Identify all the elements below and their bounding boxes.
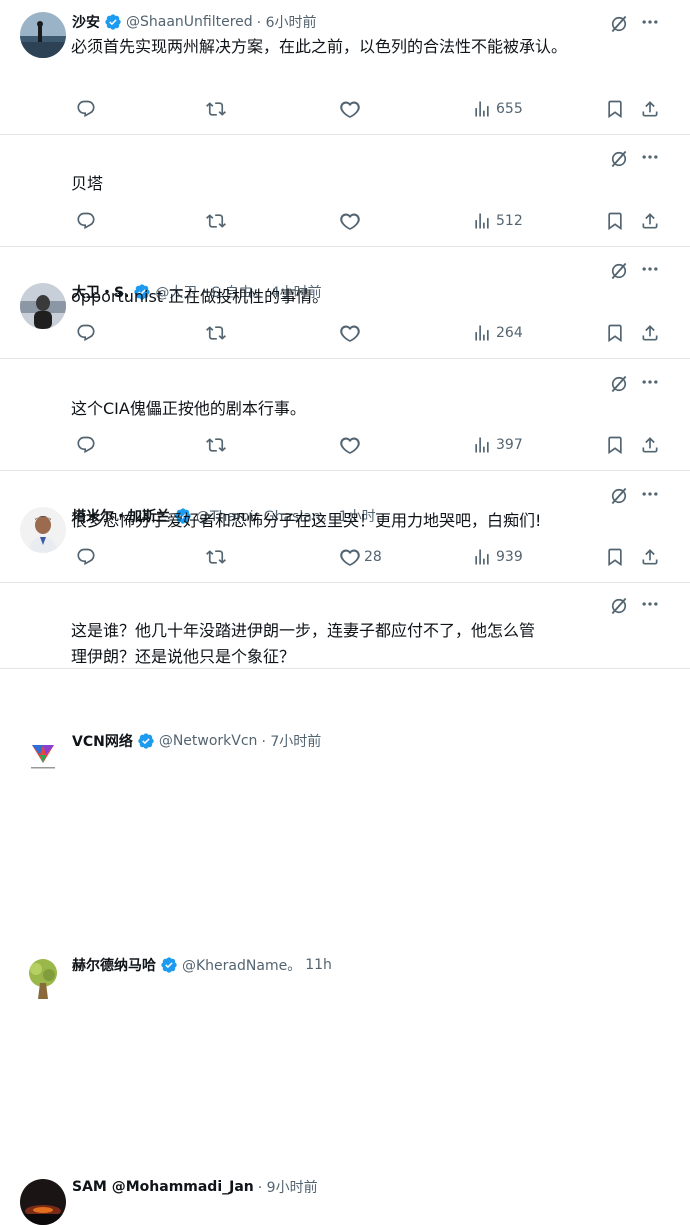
views-button[interactable]: 264: [472, 323, 523, 343]
tweet-text: 这是谁？他几十年没踏进伊朗一步，连妻子都应付不了，他怎么管: [71, 621, 536, 640]
retweet-icon[interactable]: [206, 211, 226, 231]
tweet-card[interactable]: 塔米尔・加斯兰 @Thamir Ghaslan。 1小时 opportunist 正在…: [0, 247, 690, 553]
tweet-text-line2: 理伊朗？还是说他只是个象征？: [71, 647, 296, 666]
more-dots-icon[interactable]: [640, 147, 660, 167]
more-dots-icon[interactable]: [640, 484, 660, 504]
grok-icon[interactable]: [609, 149, 629, 169]
more-dots-icon[interactable]: [640, 259, 660, 279]
bookmark-icon[interactable]: [605, 99, 625, 119]
avatar[interactable]: [20, 1179, 66, 1225]
author-name[interactable]: SAM @Mohammadi_Jan: [72, 1179, 254, 1195]
tweet-card[interactable]: SAM @Mohammadi_Jan · 9小时前 这是谁？他几十年没踏进伊朗一步，…: [0, 583, 690, 1225]
bookmark-icon[interactable]: [605, 211, 625, 231]
view-count: 939: [496, 549, 523, 565]
bookmark-icon[interactable]: [605, 547, 625, 567]
author-name[interactable]: 沙安: [72, 12, 100, 32]
share-icon[interactable]: [640, 211, 660, 231]
avatar[interactable]: [20, 731, 66, 777]
reply-icon[interactable]: [76, 435, 96, 455]
heart-icon: [340, 435, 360, 455]
author-name[interactable]: 赫尔德纳马哈: [72, 955, 156, 975]
views-chart-icon: [472, 99, 492, 119]
tweet-text: 这个CIA傀儡正按他的剧本行事。: [71, 399, 306, 418]
views-chart-icon: [472, 547, 492, 567]
like-button[interactable]: [340, 99, 364, 119]
tweet-card[interactable]: 大卫・S. @大卫・S 自由。 4小时前 贝塔 512: [0, 135, 690, 329]
like-button[interactable]: [340, 211, 364, 231]
avatar[interactable]: [20, 955, 66, 1001]
reply-icon[interactable]: [76, 211, 96, 231]
verified-badge-icon: [137, 732, 155, 750]
reply-icon[interactable]: [76, 547, 96, 567]
grok-icon[interactable]: [609, 261, 629, 281]
view-count: 655: [496, 101, 523, 117]
heart-icon: [340, 547, 360, 567]
view-count: 397: [496, 437, 523, 453]
avatar[interactable]: [20, 12, 66, 58]
like-button[interactable]: 28: [340, 547, 382, 567]
views-button[interactable]: 512: [472, 211, 523, 231]
reply-icon[interactable]: [76, 323, 96, 343]
verified-badge-icon: [160, 956, 178, 974]
tweet-actions: 28 939: [0, 547, 690, 571]
tweet-actions: 264: [0, 323, 690, 347]
grok-icon[interactable]: [609, 14, 629, 34]
views-button[interactable]: 939: [472, 547, 523, 567]
more-dots-icon[interactable]: [640, 12, 660, 32]
tweet-time[interactable]: · 6小时前: [257, 12, 317, 32]
tweet-actions: 512: [0, 211, 690, 235]
tweet-actions: 397: [0, 435, 690, 459]
bookmark-icon[interactable]: [605, 435, 625, 455]
more-dots-icon[interactable]: [640, 372, 660, 392]
verified-badge-icon: [104, 13, 122, 31]
like-button[interactable]: [340, 435, 364, 455]
author-handle[interactable]: @NetworkVcn: [159, 733, 258, 749]
views-chart-icon: [472, 435, 492, 455]
author-handle[interactable]: @KheradName。: [182, 955, 301, 975]
tweet-card[interactable]: VCN网络 @NetworkVcn · 7小时前 这个CIA傀儡正按他的剧本行事。 39…: [0, 359, 690, 777]
tweet-time[interactable]: 11h: [305, 957, 332, 973]
share-icon[interactable]: [640, 323, 660, 343]
tweet-time[interactable]: · 9小时前: [258, 1177, 318, 1197]
tweet-text: 贝塔: [71, 174, 104, 193]
retweet-icon[interactable]: [206, 99, 226, 119]
tweet-card[interactable]: 沙安 @ShaanUnfiltered · 6小时前必须首先实现两州解决方案，在此之…: [0, 0, 690, 135]
retweet-icon[interactable]: [206, 435, 226, 455]
retweet-icon[interactable]: [206, 547, 226, 567]
author-name[interactable]: VCN网络: [72, 731, 133, 751]
views-button[interactable]: 655: [472, 99, 523, 119]
tweet-text: 很多恐怖分子爱好者和恐怖分子在这里哭！更用力地哭吧，白痴们!: [71, 511, 542, 530]
tweet-header: 赫尔德纳马哈 @KheradName。 11h: [72, 955, 332, 975]
tweet-feed: 沙安 @ShaanUnfiltered · 6小时前必须首先实现两州解决方案，在此之…: [0, 0, 690, 1225]
views-chart-icon: [472, 323, 492, 343]
grok-icon[interactable]: [609, 486, 629, 506]
heart-icon: [340, 323, 360, 343]
tweet-card[interactable]: 赫尔德纳马哈 @KheradName。 11h 很多恐怖分子爱好者和恐怖分子在这里哭！…: [0, 471, 690, 1001]
tweet-actions: 655: [0, 99, 690, 123]
tweet-header: SAM @Mohammadi_Jan · 9小时前: [72, 1177, 318, 1197]
like-count: 28: [364, 549, 382, 565]
grok-icon[interactable]: [609, 596, 629, 616]
share-icon[interactable]: [640, 435, 660, 455]
more-dots-icon[interactable]: [640, 594, 660, 614]
tweet-time[interactable]: · 7小时前: [261, 731, 321, 751]
reply-icon[interactable]: [76, 99, 96, 119]
tweet-text: opportunist 正在做投机性的事情。: [71, 287, 329, 306]
views-button[interactable]: 397: [472, 435, 523, 455]
author-handle[interactable]: @ShaanUnfiltered: [126, 14, 253, 30]
like-button[interactable]: [340, 323, 364, 343]
retweet-icon[interactable]: [206, 323, 226, 343]
share-icon[interactable]: [640, 547, 660, 567]
view-count: 264: [496, 325, 523, 341]
tweet-text: 必须首先实现两州解决方案，在此之前，以色列的合法性不能被承认。: [71, 37, 568, 56]
bookmark-icon[interactable]: [605, 323, 625, 343]
tweet-header: VCN网络 @NetworkVcn · 7小时前: [72, 731, 321, 751]
grok-icon[interactable]: [609, 374, 629, 394]
tweet-header: 沙安 @ShaanUnfiltered · 6小时前: [72, 12, 316, 32]
views-chart-icon: [472, 211, 492, 231]
share-icon[interactable]: [640, 99, 660, 119]
heart-icon: [340, 99, 360, 119]
view-count: 512: [496, 213, 523, 229]
heart-icon: [340, 211, 360, 231]
